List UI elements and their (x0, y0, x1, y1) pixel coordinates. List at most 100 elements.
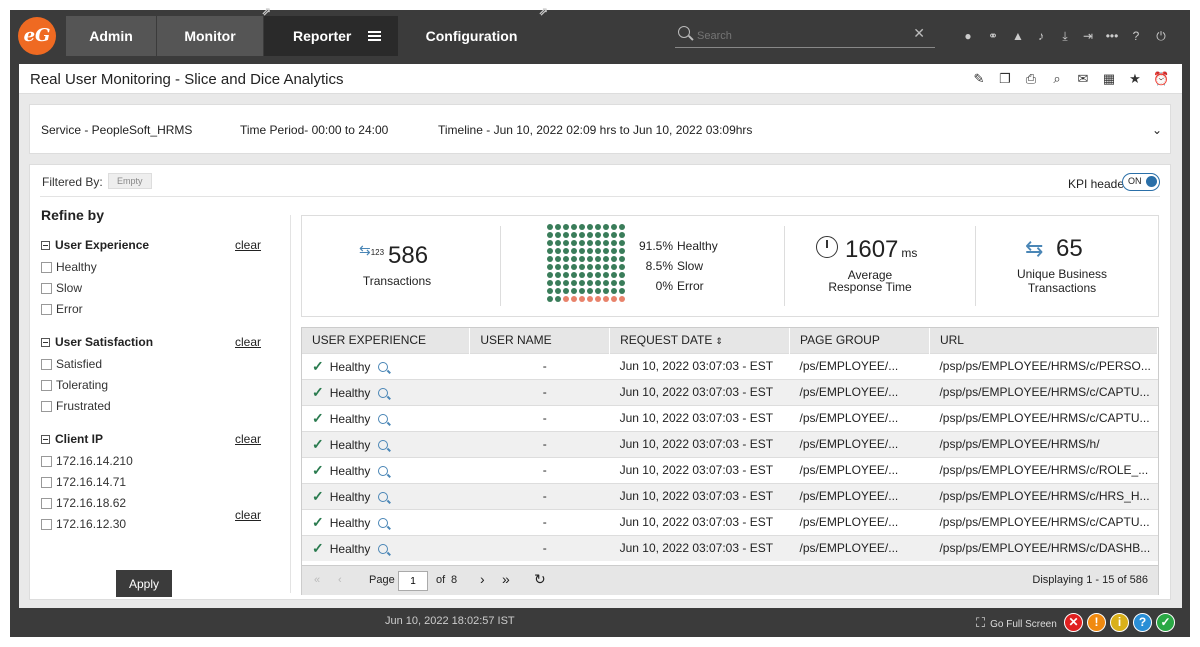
clear-search-icon[interactable]: ✕ (913, 25, 925, 42)
fullscreen-button[interactable]: ⛶ Go Full Screen (976, 615, 1057, 631)
prev-page-icon[interactable]: ‹ (338, 574, 342, 586)
option-ip[interactable]: 172.16.12.30 (41, 517, 126, 531)
checkbox[interactable] (41, 498, 52, 509)
normal-status-icon[interactable]: ✓ (1156, 613, 1175, 632)
collapse-icon[interactable] (41, 241, 50, 250)
edit-report-icon[interactable]: ✎ (971, 71, 987, 87)
power-icon[interactable]: ⏻ (1153, 28, 1169, 44)
checkbox[interactable] (41, 359, 52, 370)
checkbox[interactable] (41, 304, 52, 315)
drilldown-search-icon[interactable] (378, 413, 389, 424)
kpi-header-toggle[interactable]: ON (1122, 173, 1160, 191)
search-input[interactable] (697, 26, 897, 46)
checkbox[interactable] (41, 519, 52, 530)
report-icon[interactable]: ▲ (1010, 28, 1026, 44)
experience-dot (555, 248, 561, 254)
favorite-star-icon[interactable]: ★ (1127, 71, 1143, 87)
signin-icon[interactable]: ⇥ (1080, 28, 1096, 44)
option-ip[interactable]: 172.16.14.71 (41, 475, 126, 489)
more-icon[interactable]: ••• (1104, 28, 1120, 44)
checkbox[interactable] (41, 380, 52, 391)
table-row[interactable]: ✓ Healthy - Jun 10, 2022 03:07:03 - EST /… (302, 482, 1158, 509)
refresh-icon[interactable]: ↻ (534, 571, 546, 588)
col-user-name[interactable]: USER NAME (469, 328, 611, 353)
tab-admin[interactable]: Admin (66, 16, 156, 56)
option-healthy[interactable]: Healthy (41, 260, 97, 274)
checkbox[interactable] (41, 401, 52, 412)
drilldown-search-icon[interactable] (378, 491, 389, 502)
table-row[interactable]: ✓ Healthy - Jun 10, 2022 03:07:03 - EST /… (302, 534, 1158, 561)
page-number-input[interactable] (398, 571, 428, 591)
drilldown-search-icon[interactable] (378, 465, 389, 476)
drilldown-search-icon[interactable] (378, 439, 389, 450)
unknown-status-icon[interactable]: ? (1133, 613, 1152, 632)
critical-status-icon[interactable]: ✕ (1064, 613, 1083, 632)
collapse-icon[interactable] (41, 435, 50, 444)
next-page-icon[interactable]: › (480, 571, 485, 587)
drilldown-search-icon[interactable] (378, 387, 389, 398)
tab-monitor[interactable]: Monitor ⇗ (157, 6, 271, 56)
schedule-alarm-icon[interactable]: ⏰ (1153, 71, 1169, 87)
clear-link[interactable]: clear (235, 432, 261, 446)
option-ip[interactable]: 172.16.18.62 (41, 496, 126, 510)
link-icon[interactable]: ⚭ (985, 28, 1001, 44)
table-row[interactable]: ✓ Healthy - Jun 10, 2022 03:07:03 - EST /… (302, 378, 1158, 405)
table-row[interactable]: ✓ Healthy - Jun 10, 2022 03:07:03 - EST /… (302, 430, 1158, 457)
major-status-icon[interactable]: ! (1087, 613, 1106, 632)
experience-dot (555, 280, 561, 286)
option-tolerating[interactable]: Tolerating (41, 378, 108, 392)
hamburger-menu-icon[interactable] (368, 31, 381, 41)
clear-link[interactable]: clear (235, 238, 261, 252)
table-row[interactable]: ✓ Healthy - Jun 10, 2022 03:07:03 - EST /… (302, 404, 1158, 431)
cell-group: /ps/EMPLOYEE/... (789, 534, 930, 561)
collapse-icon[interactable] (41, 338, 50, 347)
experience-dot (595, 264, 601, 270)
option-slow[interactable]: Slow (41, 281, 82, 295)
last-page-icon[interactable]: » (502, 571, 510, 587)
col-user-experience[interactable]: USER EXPERIENCE (302, 328, 471, 353)
sort-icon[interactable]: ⇕ (715, 336, 723, 346)
excel-icon[interactable]: ▦ (1101, 71, 1117, 87)
eg-logo[interactable]: eG (18, 17, 56, 55)
check-icon: ✓ (312, 461, 324, 478)
search-report-icon[interactable]: ⌕ (1049, 71, 1065, 87)
group-header[interactable]: User Satisfaction (41, 335, 153, 349)
apply-button[interactable]: Apply (116, 570, 172, 597)
clear-link[interactable]: clear (235, 508, 261, 522)
option-frustrated[interactable]: Frustrated (41, 399, 111, 413)
group-header[interactable]: Client IP (41, 432, 103, 446)
tab-reporter[interactable]: Reporter (264, 16, 398, 56)
tab-configuration[interactable]: Configuration ⇗ (399, 6, 548, 56)
download-icon[interactable]: ⤓ (1057, 28, 1073, 44)
checkbox[interactable] (41, 456, 52, 467)
drilldown-search-icon[interactable] (378, 543, 389, 554)
option-ip[interactable]: 172.16.14.210 (41, 454, 133, 468)
chevron-down-icon[interactable]: ⌄ (1152, 123, 1162, 137)
checkbox[interactable] (41, 477, 52, 488)
clear-link[interactable]: clear (235, 335, 261, 349)
bell-icon[interactable]: ♪ (1033, 28, 1049, 44)
table-row[interactable]: ✓ Healthy - Jun 10, 2022 03:07:03 - EST /… (302, 352, 1158, 379)
filtered-by-label: Filtered By: (42, 175, 103, 189)
export-icon[interactable]: ⎙ (1023, 71, 1039, 87)
experience-dot (619, 280, 625, 286)
table-row[interactable]: ✓ Healthy - Jun 10, 2022 03:07:03 - EST /… (302, 456, 1158, 483)
drilldown-search-icon[interactable] (378, 361, 389, 372)
help-icon[interactable]: ? (1128, 28, 1144, 44)
col-request-date[interactable]: REQUEST DATE ⇕ (609, 328, 791, 353)
option-satisfied[interactable]: Satisfied (41, 357, 102, 371)
experience-dot (587, 280, 593, 286)
col-page-group[interactable]: PAGE GROUP (789, 328, 930, 353)
checkbox[interactable] (41, 262, 52, 273)
user-icon[interactable]: ● (960, 28, 976, 44)
first-page-icon[interactable]: « (314, 574, 320, 586)
checkbox[interactable] (41, 283, 52, 294)
drilldown-search-icon[interactable] (378, 517, 389, 528)
copy-report-icon[interactable]: ❐ (997, 71, 1013, 87)
option-error[interactable]: Error (41, 302, 83, 316)
group-header[interactable]: User Experience (41, 238, 149, 252)
table-row[interactable]: ✓ Healthy - Jun 10, 2022 03:07:03 - EST /… (302, 508, 1158, 535)
email-icon[interactable]: ✉ (1075, 71, 1091, 87)
minor-status-icon[interactable]: i (1110, 613, 1129, 632)
col-url[interactable]: URL (929, 328, 1159, 353)
